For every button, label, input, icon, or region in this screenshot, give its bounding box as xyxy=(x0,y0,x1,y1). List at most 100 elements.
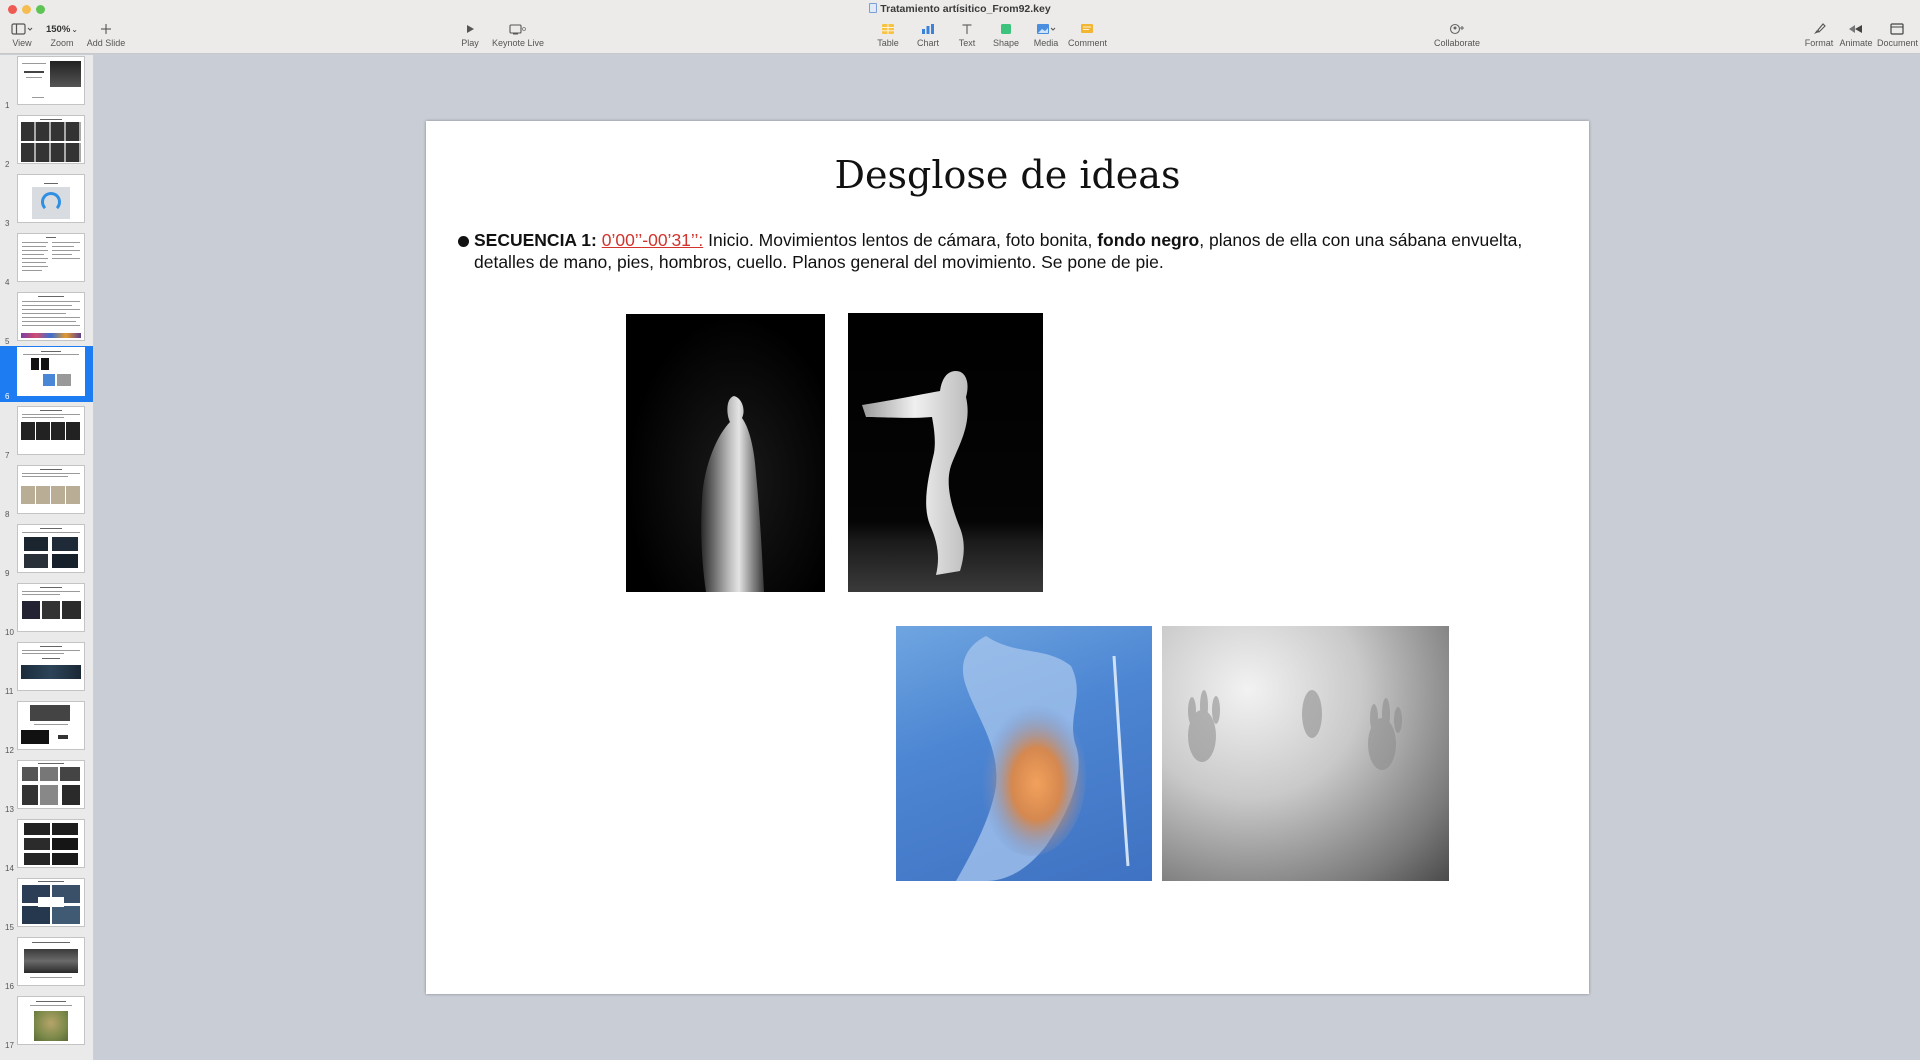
slide-number: 10 xyxy=(5,628,14,637)
close-window-button[interactable] xyxy=(8,5,17,14)
stretching-fabric-photo[interactable] xyxy=(848,313,1043,592)
slide-thumbnail-image xyxy=(17,233,85,282)
hands-fabric-illustration xyxy=(1188,690,1402,770)
slide-number: 9 xyxy=(5,569,10,578)
slide-thumbnail-5[interactable]: 5 xyxy=(0,291,93,347)
slide-thumbnail-6[interactable]: 6 xyxy=(0,346,93,402)
slide-thumbnail-image xyxy=(17,115,85,164)
media-label: Media xyxy=(1033,38,1059,48)
keynote-live-icon xyxy=(490,20,546,38)
slide-thumbnail-image xyxy=(17,819,85,868)
stretching-figure-illustration xyxy=(862,371,968,575)
zoom-value: 150% xyxy=(45,23,71,35)
format-label: Format xyxy=(1804,38,1834,48)
slide-thumbnail-9[interactable]: 9 xyxy=(0,523,93,579)
slide-number: 6 xyxy=(5,392,10,401)
slide-thumbnail-image xyxy=(17,878,85,927)
film-figure-illustration xyxy=(956,636,1130,881)
view-label: View xyxy=(12,38,32,48)
media-icon xyxy=(1030,20,1062,38)
document-button[interactable]: Document xyxy=(1877,20,1918,52)
collaborate-button[interactable]: Collaborate xyxy=(1432,20,1482,52)
keynote-document-icon xyxy=(869,3,878,13)
slide-number: 2 xyxy=(5,160,10,169)
minimize-window-button[interactable] xyxy=(22,5,31,14)
play-label: Play xyxy=(461,38,479,48)
slide-thumbnail-10[interactable]: 10 xyxy=(0,582,93,638)
slide-thumbnail-8[interactable]: 8 xyxy=(0,464,93,520)
slide-thumbnail-image xyxy=(17,292,85,341)
view-button[interactable]: View xyxy=(8,20,36,52)
slide-thumbnail-image xyxy=(17,583,85,632)
slide-thumbnail-3[interactable]: 3 xyxy=(0,173,93,229)
slide-number: 5 xyxy=(5,337,10,346)
text-icon xyxy=(953,20,981,38)
slide-title[interactable]: Desglose de ideas xyxy=(426,153,1589,197)
shape-button[interactable]: Shape xyxy=(992,20,1020,52)
slide-thumbnail-12[interactable]: 12 xyxy=(0,700,93,756)
slide-thumbnail-17[interactable]: 17 xyxy=(0,995,93,1051)
slide-thumbnail-7[interactable]: 7 xyxy=(0,405,93,461)
draped-figure-illustration xyxy=(701,396,764,592)
slide-number: 15 xyxy=(5,923,14,932)
window-title: Tratamiento artísitico_From92.key xyxy=(0,3,1920,15)
slide-number: 7 xyxy=(5,451,10,460)
slide-thumbnail-image xyxy=(17,701,85,750)
slide-canvas: Desglose de ideas SECUENCIA 1: 0’00’’-00… xyxy=(95,55,1920,1060)
timecode-link[interactable]: 0’00’’-00’31’’: xyxy=(602,230,704,250)
figure-through-film-photo[interactable] xyxy=(896,626,1152,881)
play-icon xyxy=(456,20,484,38)
slide-thumbnail-2[interactable]: 2 xyxy=(0,114,93,170)
collaborate-icon xyxy=(1432,20,1482,38)
shape-label: Shape xyxy=(992,38,1020,48)
maximize-window-button[interactable] xyxy=(36,5,45,14)
animate-button[interactable]: Animate xyxy=(1839,20,1873,52)
draped-figure-photo[interactable] xyxy=(626,314,825,592)
bullet-paragraph: SECUENCIA 1: 0’00’’-00’31’’: Inicio. Mov… xyxy=(458,229,1538,273)
slide-thumbnail-4[interactable]: 4 xyxy=(0,232,93,288)
table-button[interactable]: Table xyxy=(874,20,902,52)
media-button[interactable]: Media xyxy=(1030,20,1062,52)
animate-icon xyxy=(1839,20,1873,38)
slide-thumbnail-1[interactable]: 1 xyxy=(0,55,93,111)
add-slide-button[interactable]: Add Slide xyxy=(86,20,126,52)
slide-number: 4 xyxy=(5,278,10,287)
keynote-live-button[interactable]: Keynote Live xyxy=(490,20,546,52)
keynote-live-label: Keynote Live xyxy=(491,38,545,48)
table-label: Table xyxy=(877,38,899,48)
slide-thumbnail-16[interactable]: 16 xyxy=(0,936,93,992)
comment-button[interactable]: Comment xyxy=(1068,20,1107,52)
plus-icon xyxy=(86,20,126,38)
hands-through-fabric-photo[interactable] xyxy=(1162,626,1449,881)
slide-thumbnail-14[interactable]: 14 xyxy=(0,818,93,874)
slide-thumbnail-image xyxy=(17,937,85,986)
slide-thumbnail-image xyxy=(17,524,85,573)
bullet-bold-phrase: fondo negro xyxy=(1097,230,1200,250)
text-label: Text xyxy=(958,38,976,48)
slide-number: 13 xyxy=(5,805,14,814)
chevron-down-icon: ⌄ xyxy=(71,24,78,34)
chart-button[interactable]: Chart xyxy=(914,20,942,52)
text-button[interactable]: Text xyxy=(953,20,981,52)
slide-thumbnail-11[interactable]: 11 xyxy=(0,641,93,697)
paintbrush-icon xyxy=(1803,20,1835,38)
format-button[interactable]: Format xyxy=(1803,20,1835,52)
table-icon xyxy=(874,20,902,38)
slide-number: 3 xyxy=(5,219,10,228)
slide-thumbnail-image xyxy=(17,347,85,396)
slide-thumbnail-image xyxy=(17,642,85,691)
slide-number: 11 xyxy=(5,687,14,696)
play-button[interactable]: Play xyxy=(456,20,484,52)
slide-thumbnail-13[interactable]: 13 xyxy=(0,759,93,815)
slide-number: 12 xyxy=(5,746,14,755)
slide-number: 1 xyxy=(5,101,10,110)
current-slide[interactable]: Desglose de ideas SECUENCIA 1: 0’00’’-00… xyxy=(426,121,1589,994)
slide-number: 16 xyxy=(5,982,14,991)
slide-thumbnail-image xyxy=(17,996,85,1045)
slide-thumbnail-image xyxy=(17,174,85,223)
slide-thumbnail-15[interactable]: 15 xyxy=(0,877,93,933)
add-slide-label: Add Slide xyxy=(86,38,126,48)
bullet-text-box[interactable]: SECUENCIA 1: 0’00’’-00’31’’: Inicio. Mov… xyxy=(458,229,1538,273)
slide-thumbnail-image xyxy=(17,760,85,809)
zoom-menu[interactable]: 150% ⌄ Zoom xyxy=(44,20,80,52)
